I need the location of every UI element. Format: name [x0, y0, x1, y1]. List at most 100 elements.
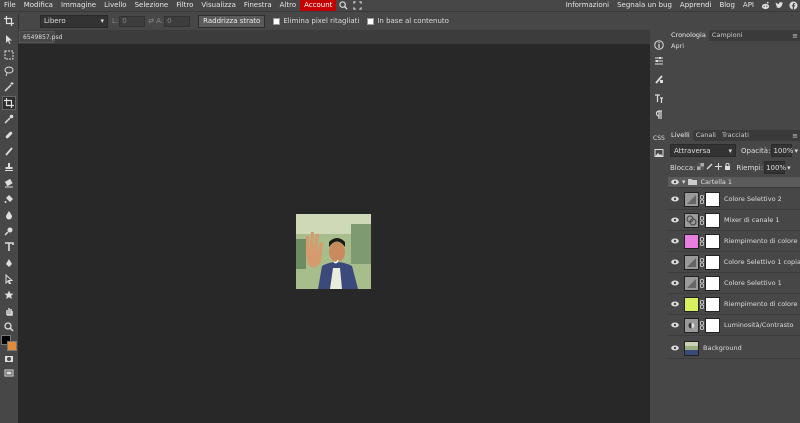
paragraph-icon[interactable] — [652, 108, 666, 122]
chevron-down-icon[interactable]: ▾ — [682, 178, 686, 186]
menu-apprendi[interactable]: Apprendi — [676, 0, 716, 11]
properties-icon[interactable] — [652, 54, 666, 68]
fill-input[interactable]: 100% — [764, 161, 786, 174]
lock-position-icon[interactable] — [715, 163, 723, 172]
menu-selezione[interactable]: Selezione — [131, 0, 173, 11]
crop-mode-select[interactable]: Libero ▾ — [40, 14, 108, 28]
menu-api[interactable]: API — [739, 0, 758, 11]
shape-tool-icon[interactable] — [2, 288, 16, 302]
chain-link-icon[interactable] — [700, 278, 704, 288]
chevron-down-icon[interactable]: ▾ — [794, 147, 798, 155]
delete-cropped-checkbox[interactable] — [273, 17, 281, 25]
quick-mask-icon[interactable] — [2, 352, 16, 366]
chain-link-icon[interactable] — [700, 320, 704, 330]
menu-livello[interactable]: Livello — [100, 0, 130, 11]
facebook-icon[interactable] — [788, 1, 798, 11]
move-tool-icon[interactable] — [2, 32, 16, 46]
menu-immagine[interactable]: Immagine — [57, 0, 100, 11]
menu-segnala-bug[interactable]: Segnala un bug — [613, 0, 676, 11]
chain-link-icon[interactable] — [700, 236, 704, 246]
content-aware-checkbox[interactable] — [367, 17, 375, 25]
css-icon[interactable]: CSS — [652, 130, 666, 144]
paint-bucket-tool-icon[interactable] — [2, 192, 16, 206]
dodge-tool-icon[interactable] — [2, 224, 16, 238]
layer-row[interactable]: Colore Selettivo 1 copia — [668, 252, 800, 273]
tab-livelli[interactable]: Livelli — [668, 130, 693, 141]
menu-filtro[interactable]: Filtro — [172, 0, 197, 11]
tab-tracciati[interactable]: Tracciati — [719, 130, 752, 141]
straighten-button[interactable]: Raddrizza strato — [198, 14, 266, 28]
image-icon[interactable] — [652, 146, 666, 160]
menu-informazioni[interactable]: Informazioni — [562, 0, 613, 11]
panel-menu-icon[interactable]: ≡ — [792, 32, 800, 40]
healing-tool-icon[interactable] — [2, 128, 16, 142]
tab-cronologia[interactable]: Cronologia — [668, 30, 709, 41]
layer-group-row[interactable]: ▾ Cartella 1 — [668, 177, 800, 188]
lasso-tool-icon[interactable] — [2, 64, 16, 78]
chain-link-icon[interactable] — [700, 215, 704, 225]
menu-modifica[interactable]: Modifica — [20, 0, 57, 11]
eye-icon[interactable] — [668, 259, 682, 265]
menu-finestra[interactable]: Finestra — [240, 0, 276, 11]
layer-row[interactable]: Luminosità/Contrasto — [668, 315, 800, 336]
layer-row[interactable]: Riempimento di colore — [668, 294, 800, 315]
document-image[interactable] — [296, 214, 371, 289]
chevron-down-icon[interactable]: ▾ — [787, 164, 791, 172]
twitter-icon[interactable] — [774, 1, 784, 11]
reddit-icon[interactable] — [760, 1, 770, 11]
menu-visualizza[interactable]: Visualizza — [197, 0, 239, 11]
swap-icon[interactable]: ⇄ — [148, 17, 154, 25]
fullscreen-icon[interactable] — [352, 1, 362, 11]
layer-row[interactable]: Mixer di canale 1 — [668, 210, 800, 231]
crop-tool-icon[interactable] — [2, 96, 16, 110]
path-select-tool-icon[interactable] — [2, 272, 16, 286]
lock-all-icon[interactable] — [724, 162, 731, 172]
menu-account[interactable]: Account — [300, 0, 337, 11]
hand-tool-icon[interactable] — [2, 304, 16, 318]
opacity-input[interactable]: 100% — [771, 144, 793, 157]
eye-icon[interactable] — [668, 345, 682, 351]
width-input[interactable]: 0 — [119, 15, 146, 27]
tab-campioni[interactable]: Campioni — [709, 30, 746, 41]
height-input[interactable]: 0 — [164, 15, 191, 27]
blend-mode-select[interactable]: Attraversa ▾ — [670, 144, 736, 157]
chain-link-icon[interactable] — [700, 299, 704, 309]
eyedropper-tool-icon[interactable] — [2, 112, 16, 126]
eye-icon[interactable] — [668, 217, 682, 223]
tab-canali[interactable]: Canali — [693, 130, 719, 141]
marquee-tool-icon[interactable] — [2, 48, 16, 62]
eye-icon[interactable] — [668, 238, 682, 244]
history-item[interactable]: Apri — [668, 41, 800, 51]
clone-stamp-tool-icon[interactable] — [2, 160, 16, 174]
lock-transparency-icon[interactable] — [697, 163, 705, 172]
text-tool-icon[interactable] — [2, 240, 16, 254]
document-tab[interactable]: 6549857.psd — [19, 31, 62, 43]
pen-tool-icon[interactable] — [2, 256, 16, 270]
background-color-swatch[interactable] — [7, 341, 17, 351]
brush-settings-icon[interactable] — [652, 72, 666, 86]
character-icon[interactable] — [652, 92, 666, 106]
chain-link-icon[interactable] — [700, 194, 704, 204]
search-icon[interactable] — [338, 1, 348, 11]
lock-pixels-icon[interactable] — [706, 163, 713, 172]
brush-tool-icon[interactable] — [2, 144, 16, 158]
eye-icon[interactable] — [668, 322, 682, 328]
eye-icon[interactable] — [668, 280, 682, 286]
layer-row[interactable]: Colore Selettivo 2 — [668, 189, 800, 210]
layer-background-row[interactable]: Background — [668, 338, 800, 359]
magic-wand-tool-icon[interactable] — [2, 80, 16, 94]
chain-link-icon[interactable] — [699, 257, 704, 267]
eye-icon[interactable] — [668, 179, 682, 185]
menu-blog[interactable]: Blog — [715, 0, 738, 11]
menu-file[interactable]: File — [0, 0, 20, 11]
screen-mode-icon[interactable] — [2, 366, 16, 380]
blur-tool-icon[interactable] — [2, 208, 16, 222]
menu-altro[interactable]: Altro — [276, 0, 301, 11]
info-icon[interactable] — [652, 38, 666, 52]
layer-row[interactable]: Riempimento di colore — [668, 231, 800, 252]
layer-row[interactable]: Colore Selettivo 1 — [668, 273, 800, 294]
panel-menu-icon[interactable]: ≡ — [792, 132, 800, 140]
eraser-tool-icon[interactable] — [2, 176, 16, 190]
eye-icon[interactable] — [668, 196, 682, 202]
eye-icon[interactable] — [668, 301, 682, 307]
